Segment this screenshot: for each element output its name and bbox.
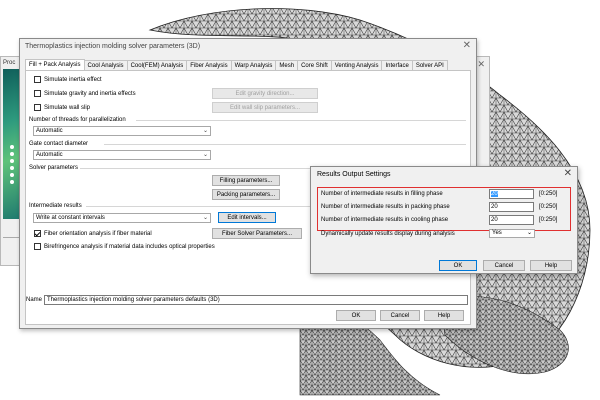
threads-value: Automatic bbox=[36, 128, 63, 134]
filling-phase-input[interactable]: 20 bbox=[489, 189, 534, 199]
name-input[interactable]: Thermoplastics injection molding solver … bbox=[44, 295, 468, 305]
fiber-orientation-checkbox[interactable] bbox=[34, 230, 41, 237]
tab-mesh[interactable]: Mesh bbox=[275, 60, 299, 70]
filling-parameters-button[interactable]: Filling parameters... bbox=[212, 175, 280, 186]
tab-cool-fem-analysis[interactable]: Cool(FEM) Analysis bbox=[126, 60, 188, 70]
intermediate-results-dropdown[interactable]: Write at constant intervals ⌄ bbox=[33, 213, 211, 223]
intermediate-results-value: Write at constant intervals bbox=[36, 215, 105, 221]
packing-phase-row: Number of intermediate results in packin… bbox=[321, 202, 491, 212]
gate-label: Gate contact diameter bbox=[29, 141, 89, 147]
cooling-phase-row: Number of intermediate results in coolin… bbox=[321, 215, 491, 225]
main-cancel-button[interactable]: Cancel bbox=[380, 310, 420, 321]
tab-cool-analysis[interactable]: Cool Analysis bbox=[83, 60, 128, 70]
cooling-phase-label: Number of intermediate results in coolin… bbox=[321, 217, 449, 223]
threads-dropdown[interactable]: Automatic ⌄ bbox=[33, 126, 211, 136]
wall-slip-checkbox[interactable] bbox=[34, 104, 41, 111]
main-help-button[interactable]: Help bbox=[424, 310, 464, 321]
filling-phase-range: [0:250] bbox=[539, 191, 558, 197]
results-help-button[interactable]: Help bbox=[530, 260, 572, 271]
dialog-title: Thermoplastics injection molding solver … bbox=[25, 43, 201, 50]
tab-warp-analysis[interactable]: Warp Analysis bbox=[230, 60, 277, 70]
tab-fiber-analysis[interactable]: Fiber Analysis bbox=[186, 60, 232, 70]
edit-gravity-direction-button[interactable]: Edit gravity direction... bbox=[212, 88, 318, 99]
tab-core-shift[interactable]: Core Shift bbox=[297, 60, 332, 70]
dynamic-update-label: Dynamically update results display durin… bbox=[321, 231, 455, 237]
fiber-orientation-checkbox-row[interactable]: Fiber orientation analysis if fiber mate… bbox=[34, 230, 152, 237]
gate-dropdown[interactable]: Automatic ⌄ bbox=[33, 150, 211, 160]
filling-phase-value: 20 bbox=[491, 191, 498, 197]
results-cancel-button[interactable]: Cancel bbox=[483, 260, 525, 271]
tab-solver-api[interactable]: Solver API bbox=[411, 60, 448, 70]
background-window-tab: Proc bbox=[3, 60, 16, 66]
name-label: Name bbox=[26, 297, 43, 303]
birefringence-checkbox-row[interactable]: Birefringence analysis if material data … bbox=[34, 243, 215, 250]
filling-phase-row: Number of intermediate results in fillin… bbox=[321, 189, 491, 199]
background-thumbnail bbox=[3, 69, 20, 219]
background-dot-list bbox=[10, 145, 16, 187]
gate-value: Automatic bbox=[36, 152, 63, 158]
chevron-down-icon: ⌄ bbox=[202, 128, 208, 134]
birefringence-label: Birefringence analysis if material data … bbox=[44, 243, 215, 250]
filling-phase-label: Number of intermediate results in fillin… bbox=[321, 191, 443, 197]
gravity-checkbox-row[interactable]: Simulate gravity and inertia effects bbox=[34, 90, 136, 97]
dynamic-update-row: Dynamically update results display durin… bbox=[321, 229, 491, 239]
main-ok-button[interactable]: OK bbox=[336, 310, 376, 321]
packing-phase-label: Number of intermediate results in packin… bbox=[321, 204, 450, 210]
dynamic-update-dropdown[interactable]: Yes ⌄ bbox=[489, 229, 535, 238]
gravity-label: Simulate gravity and inertia effects bbox=[44, 90, 136, 97]
gravity-checkbox[interactable] bbox=[34, 90, 41, 97]
packing-phase-input[interactable]: 20 bbox=[489, 202, 534, 212]
dialog-close-icon[interactable]: ✕ bbox=[463, 40, 471, 51]
inertia-label: Simulate inertia effect bbox=[44, 76, 102, 83]
gate-group-line bbox=[104, 144, 466, 145]
inertia-checkbox-row[interactable]: Simulate inertia effect bbox=[34, 76, 102, 83]
edit-wall-slip-button[interactable]: Edit wall slip parameters... bbox=[212, 102, 318, 113]
packing-phase-range: [0:250] bbox=[539, 204, 558, 210]
tab-interface[interactable]: Interface bbox=[381, 60, 413, 70]
chevron-down-icon: ⌄ bbox=[202, 152, 208, 158]
edit-intervals-button[interactable]: Edit intervals... bbox=[218, 212, 276, 223]
tab-fill-pack-analysis[interactable]: Fill + Pack Analysis bbox=[25, 59, 85, 70]
cooling-phase-range: [0:250] bbox=[539, 217, 558, 223]
intermediate-results-label: Intermediate results bbox=[29, 203, 82, 209]
wall-slip-label: Simulate wall slip bbox=[44, 104, 91, 111]
wall-slip-checkbox-row[interactable]: Simulate wall slip bbox=[34, 104, 90, 111]
packing-parameters-button[interactable]: Packing parameters... bbox=[212, 189, 280, 200]
chevron-down-icon: ⌄ bbox=[202, 215, 208, 221]
tab-venting-analysis[interactable]: Venting Analysis bbox=[330, 60, 383, 70]
results-dialog-close-icon[interactable]: ✕ bbox=[564, 168, 572, 179]
inertia-checkbox[interactable] bbox=[34, 76, 41, 83]
results-ok-button[interactable]: OK bbox=[439, 260, 477, 271]
chevron-down-icon: ⌄ bbox=[526, 230, 532, 236]
dynamic-update-value: Yes bbox=[492, 230, 502, 236]
threads-group-line bbox=[136, 120, 466, 121]
solver-parameters-label: Solver parameters bbox=[29, 165, 79, 171]
cooling-phase-input[interactable]: 20 bbox=[489, 215, 534, 225]
fiber-orientation-label: Fiber orientation analysis if fiber mate… bbox=[44, 230, 152, 237]
desktop: Proc ✕ Thermoplastics injection molding … bbox=[0, 0, 600, 400]
background-window-close-icon: ✕ bbox=[477, 59, 485, 69]
threads-label: Number of threads for parallelization bbox=[29, 117, 126, 123]
results-output-settings-dialog: Results Output Settings ✕ Number of inte… bbox=[310, 166, 578, 274]
fiber-solver-parameters-button[interactable]: Fiber Solver Parameters... bbox=[212, 228, 302, 239]
results-dialog-title: Results Output Settings bbox=[317, 171, 391, 178]
birefringence-checkbox[interactable] bbox=[34, 243, 41, 250]
